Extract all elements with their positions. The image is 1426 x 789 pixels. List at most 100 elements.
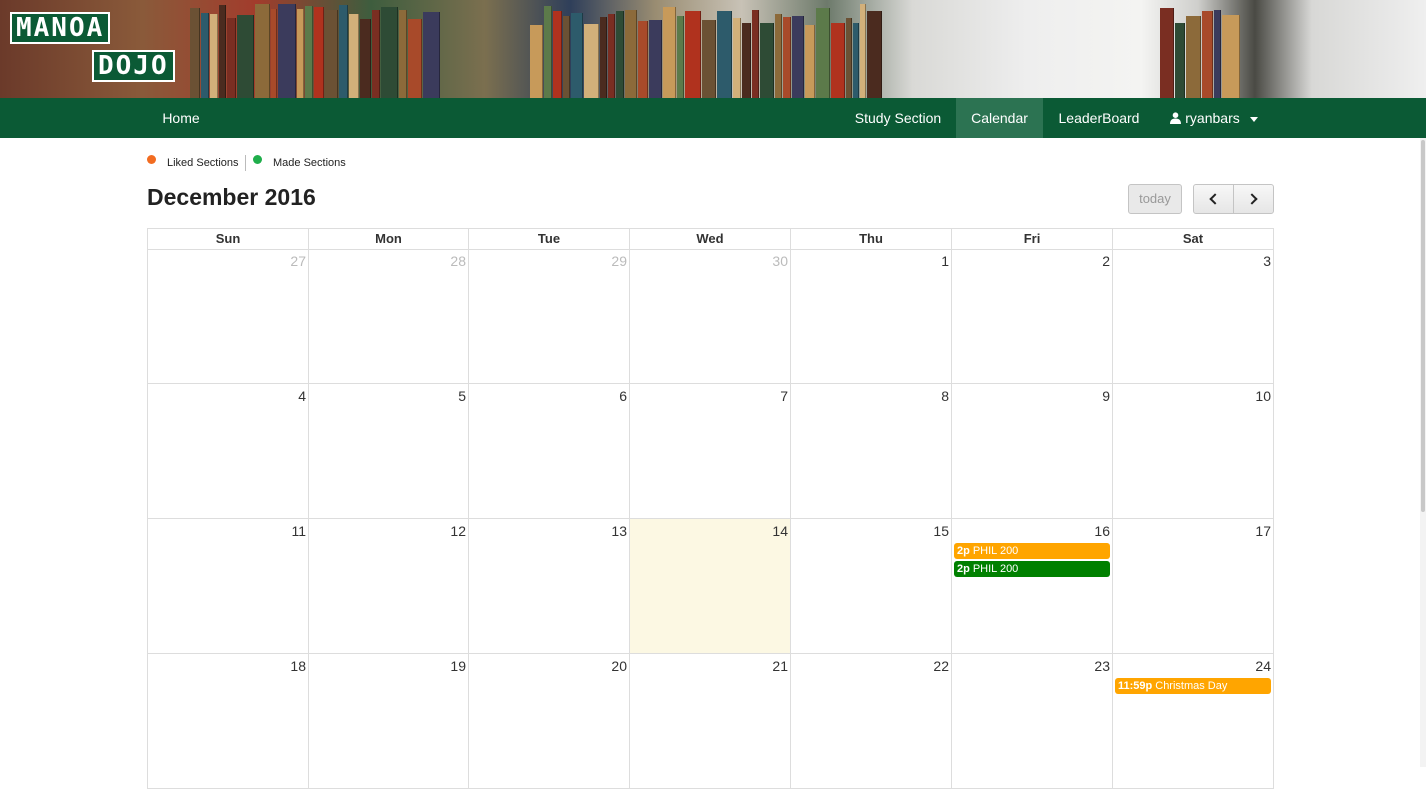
day-cell[interactable]: 9 [951,384,1112,519]
legend-liked-label: Liked Sections [167,157,239,169]
book-spine [325,10,338,98]
day-cell[interactable]: 7 [629,384,790,519]
day-number: 23 [1094,658,1110,674]
day-cell[interactable]: 18 [147,654,308,789]
nav-home-link[interactable]: Home [148,98,214,138]
day-cell[interactable]: 23 [951,654,1112,789]
book-spine [608,14,615,98]
book-spine [553,11,562,98]
book-spine [563,16,570,98]
weekday-header: Mon [308,229,468,250]
book-spine [408,19,422,98]
day-cell[interactable]: 8 [790,384,951,519]
book-spine [625,10,637,98]
day-cell[interactable]: 5 [308,384,468,519]
book-spine [399,10,407,98]
caret-down-icon [1249,116,1258,122]
day-number: 13 [611,523,627,539]
book-spine [1202,11,1213,98]
book-spine [255,4,270,98]
logo-line-2: DOJO [92,50,175,82]
day-cell[interactable]: 11 [147,519,308,654]
book-spine [544,6,552,98]
day-number: 7 [780,388,788,404]
day-cell[interactable]: 1 [790,249,951,384]
book-spine [360,19,371,98]
day-cell[interactable]: 15 [790,519,951,654]
day-cell[interactable]: 17 [1112,519,1274,654]
day-cell[interactable]: 20 [468,654,629,789]
day-number: 2 [1102,253,1110,269]
day-cell[interactable]: 24 11:59p Christmas Day [1112,654,1274,789]
book-spine [227,18,236,98]
day-cell[interactable]: 22 [790,654,951,789]
day-cell[interactable]: 6 [468,384,629,519]
day-cell[interactable]: 12 [308,519,468,654]
nav-leaderboard-link[interactable]: LeaderBoard [1043,98,1155,138]
calendar-event[interactable]: 11:59p Christmas Day [1115,678,1271,694]
day-cell[interactable]: 27 [147,249,308,384]
book-spine [831,23,845,98]
book-spine [1222,15,1240,98]
book-spine [742,23,751,98]
calendar-event[interactable]: 2p PHIL 200 [954,543,1110,559]
event-time: 2p [957,545,970,557]
day-cell[interactable]: 3 [1112,249,1274,384]
book-spine [860,4,866,98]
scrollbar-thumb[interactable] [1421,140,1425,512]
day-cell[interactable]: 28 [308,249,468,384]
book-spine [423,12,440,98]
book-spine [271,9,277,98]
calendar-event[interactable]: 2p PHIL 200 [954,561,1110,577]
book-spine [571,13,583,98]
book-spine [1186,16,1201,98]
book-spine [685,11,701,98]
day-cell[interactable]: 4 [147,384,308,519]
book-spine [1160,8,1174,98]
nav-calendar-link[interactable]: Calendar [956,98,1043,138]
book-spine [600,17,607,98]
day-number: 21 [772,658,788,674]
book-spine [219,5,226,98]
user-name: ryanbars [1185,110,1240,126]
legend-made-sections: Made Sections [253,153,346,173]
weekday-header: Sun [147,229,308,250]
user-menu-dropdown[interactable]: ryanbars [1155,98,1273,138]
day-cell[interactable]: 10 [1112,384,1274,519]
weekday-header: Fri [951,229,1112,250]
event-title: PHIL 200 [972,563,1019,575]
day-cell[interactable]: 13 [468,519,629,654]
legend-made-label: Made Sections [273,157,346,169]
event-title: Christmas Day [1155,680,1228,692]
day-cell[interactable]: 2 [951,249,1112,384]
site-logo[interactable]: MANOA DOJO [10,10,185,88]
book-spine [372,10,380,98]
prev-month-button[interactable] [1193,184,1234,214]
weekday-header: Tue [468,229,629,250]
event-title: PHIL 200 [972,545,1019,557]
day-cell[interactable]: 29 [468,249,629,384]
event-time: 2p [957,563,970,575]
weekday-header: Sat [1112,229,1274,250]
book-spine [339,5,348,98]
nav-study-section-link[interactable]: Study Section [840,98,956,138]
day-number: 6 [619,388,627,404]
day-cell[interactable]: 19 [308,654,468,789]
next-month-button[interactable] [1233,184,1274,214]
day-cell[interactable]: 21 [629,654,790,789]
book-spine [278,4,296,98]
day-cell[interactable]: 16 2p PHIL 200 2p PHIL 200 [951,519,1112,654]
today-button[interactable]: today [1128,184,1182,214]
book-spine [752,10,759,98]
event-time: 11:59p [1118,680,1153,692]
day-cell-today[interactable]: 14 [629,519,790,654]
book-spine [210,14,218,98]
book-spine [649,20,662,98]
day-number: 14 [772,523,788,539]
day-number: 20 [611,658,627,674]
day-cell[interactable]: 30 [629,249,790,384]
day-number: 4 [298,388,306,404]
legend-liked-sections: Liked Sections [147,153,239,173]
book-spine [530,25,543,98]
day-number: 1 [941,253,949,269]
